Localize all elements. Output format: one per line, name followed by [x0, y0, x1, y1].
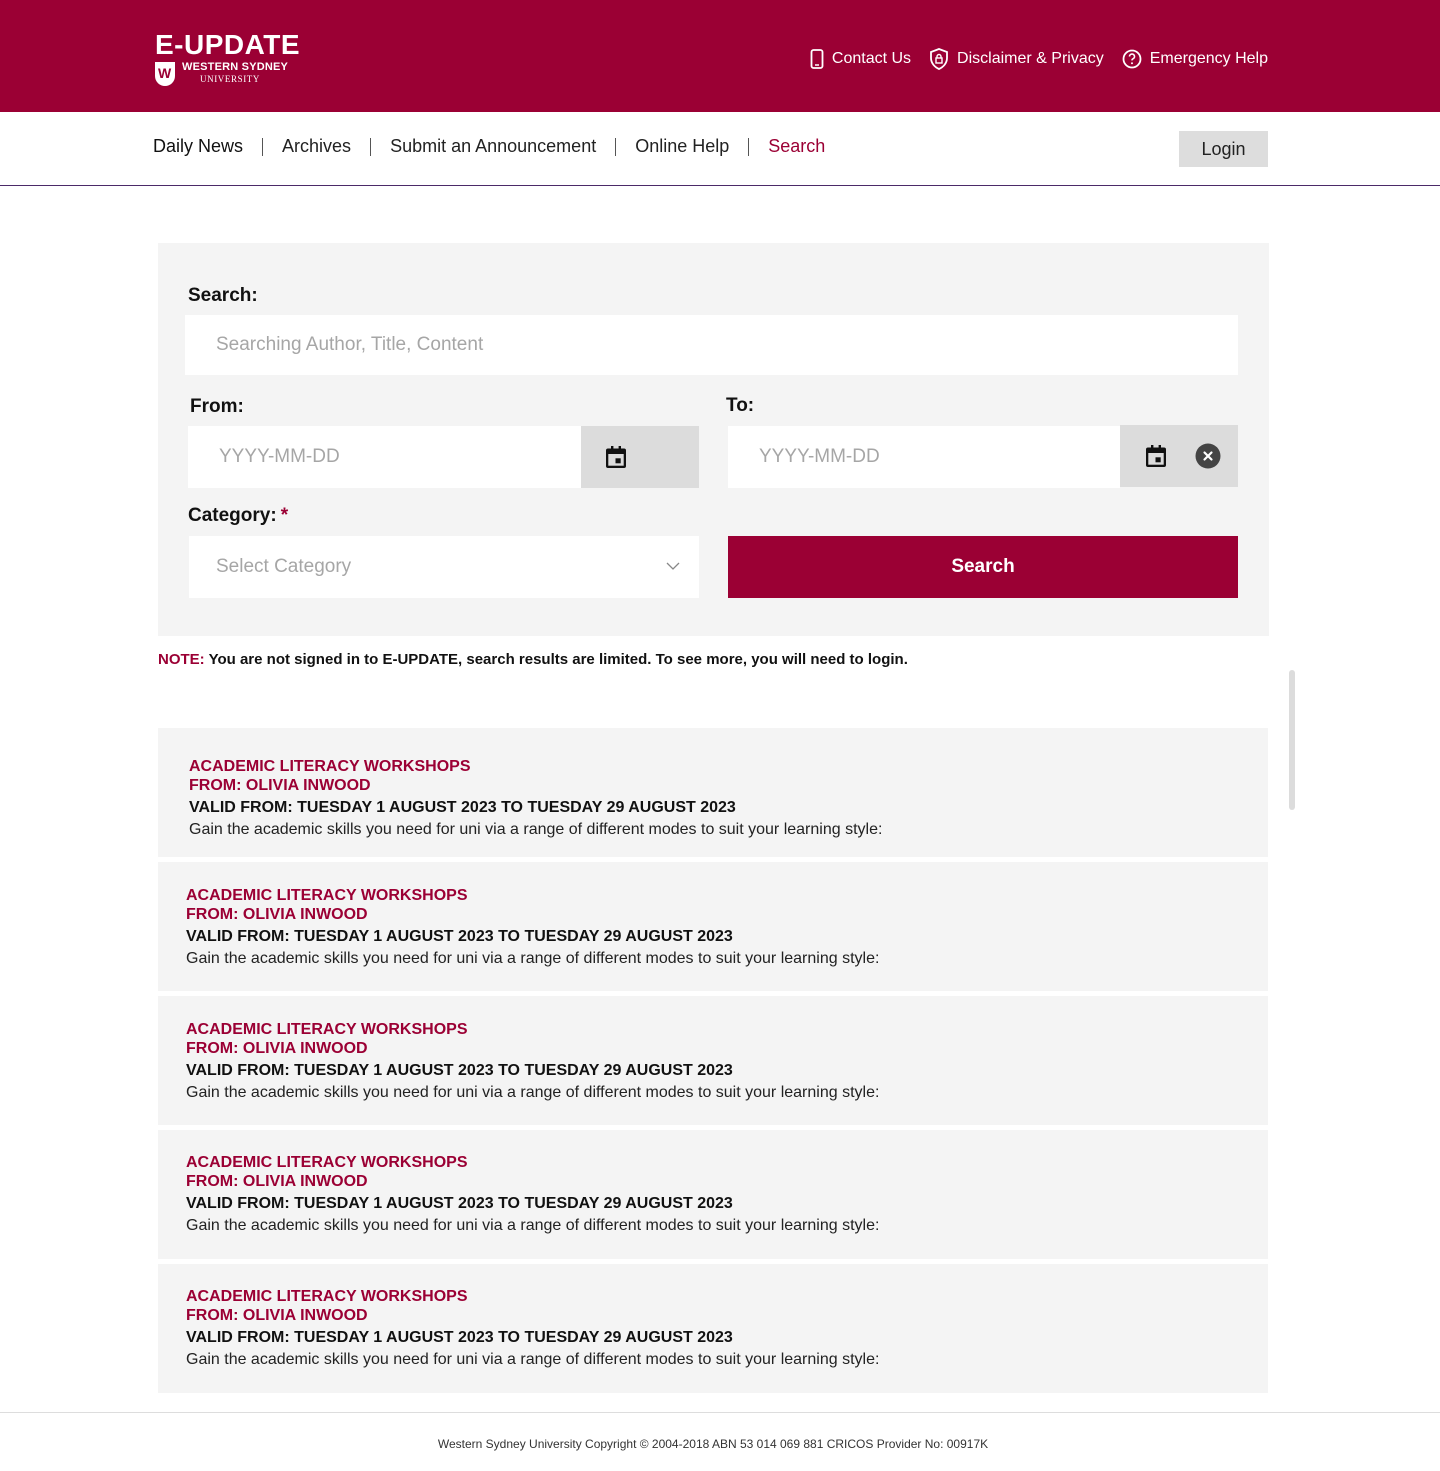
contact-us-label: Contact Us [831, 50, 912, 67]
result-title[interactable]: ACADEMIC LITERACY WORKSHOPS [186, 1153, 879, 1172]
from-date-input[interactable] [188, 426, 581, 488]
calendar-icon [606, 446, 626, 468]
result-author: FROM: OLIVIA INWOOD [189, 777, 371, 794]
nav-online-help[interactable]: Online Help [635, 136, 729, 157]
result-item[interactable]: ACADEMIC LITERACY WORKSHOPS FROM: OLIVIA… [158, 996, 1268, 1125]
result-title[interactable]: ACADEMIC LITERACY WORKSHOPS [186, 886, 879, 905]
top-header: E-UPDATE WESTERN SYDNEY UNIVERSITY Conta… [0, 0, 1440, 112]
result-item[interactable]: ACADEMIC LITERACY WORKSHOPS FROM: OLIVIA… [158, 862, 1268, 991]
emergency-help-label: Emergency Help [1149, 50, 1268, 67]
search-label: Search: [188, 285, 258, 306]
result-title[interactable]: ACADEMIC LITERACY WORKSHOPS [186, 1020, 879, 1039]
nav-separator [262, 137, 264, 156]
emergency-help-link[interactable]: Emergency Help [1122, 49, 1268, 69]
result-valid-dates: VALID FROM: TUESDAY 1 AUGUST 2023 TO TUE… [186, 928, 733, 945]
required-mark: * [280, 505, 289, 526]
main-nav: Daily News Archives Submit an Announceme… [0, 112, 1440, 186]
disclaimer-privacy-label: Disclaimer & Privacy [957, 50, 1104, 67]
result-item[interactable]: ACADEMIC LITERACY WORKSHOPS FROM: OLIVIA… [158, 1130, 1268, 1259]
result-author: FROM: OLIVIA INWOOD [186, 1307, 368, 1324]
result-description: Gain the academic skills you need for un… [186, 950, 880, 967]
from-label: From: [190, 396, 244, 417]
help-circle-icon [1122, 49, 1142, 69]
result-description: Gain the academic skills you need for un… [189, 821, 883, 838]
category-label-text: Category: [188, 505, 277, 526]
category-select[interactable]: Select Category [189, 536, 699, 598]
copyright-text: Western Sydney University Copyright © 20… [437, 1437, 989, 1451]
to-label: To: [726, 395, 755, 416]
from-calendar-button[interactable] [605, 445, 627, 469]
search-panel: Search: From: To: Category:* Select Cate… [158, 243, 1269, 636]
nav-archives[interactable]: Archives [282, 136, 351, 157]
search-submit-button[interactable]: Search [728, 536, 1238, 598]
shield-lock-icon [930, 48, 948, 70]
clear-date-button[interactable] [1195, 443, 1221, 469]
nav-daily-news[interactable]: Daily News [153, 136, 243, 157]
result-valid-dates: VALID FROM: TUESDAY 1 AUGUST 2023 TO TUE… [186, 1329, 733, 1346]
nav-separator [370, 137, 372, 156]
result-description: Gain the academic skills you need for un… [186, 1084, 880, 1101]
category-label: Category: * [188, 505, 288, 527]
nav-submit-announcement[interactable]: Submit an Announcement [390, 136, 596, 157]
result-valid-dates: VALID FROM: TUESDAY 1 AUGUST 2023 TO TUE… [186, 1062, 733, 1079]
result-item[interactable]: ACADEMIC LITERACY WORKSHOPS FROM: OLIVIA… [158, 728, 1268, 857]
close-circle-icon [1195, 443, 1221, 469]
result-description: Gain the academic skills you need for un… [186, 1351, 880, 1368]
calendar-icon [1146, 445, 1166, 467]
from-date-buttons [581, 426, 699, 488]
scrollbar[interactable] [1289, 670, 1295, 810]
login-note: NOTE: You are not signed in to E-UPDATE,… [158, 651, 908, 668]
result-author: FROM: OLIVIA INWOOD [186, 906, 368, 923]
e-update-logo[interactable]: E-UPDATE WESTERN SYDNEY UNIVERSITY [155, 29, 301, 86]
result-description: Gain the academic skills you need for un… [186, 1217, 880, 1234]
university-shield-icon [155, 62, 175, 86]
logo-title: E-UPDATE [155, 29, 301, 60]
category-select-value: Select Category [216, 556, 352, 577]
university-name-line1: WESTERN SYDNEY [182, 61, 289, 73]
header-links: Contact Us Disclaimer & Privacy Emergenc… [792, 48, 1268, 70]
university-name-line2: UNIVERSITY [200, 74, 260, 84]
university-logo: WESTERN SYDNEY UNIVERSITY [155, 62, 288, 86]
to-date-input[interactable] [728, 426, 1120, 488]
nav-separator [615, 137, 617, 156]
note-text: You are not signed in to E-UPDATE, searc… [208, 651, 908, 668]
chevron-down-icon [666, 562, 680, 570]
result-title[interactable]: ACADEMIC LITERACY WORKSHOPS [186, 1287, 879, 1306]
result-valid-dates: VALID FROM: TUESDAY 1 AUGUST 2023 TO TUE… [186, 1195, 733, 1212]
result-author: FROM: OLIVIA INWOOD [186, 1040, 368, 1057]
to-date-buttons [1120, 425, 1238, 487]
result-title[interactable]: ACADEMIC LITERACY WORKSHOPS [189, 757, 882, 776]
result-item[interactable]: ACADEMIC LITERACY WORKSHOPS FROM: OLIVIA… [158, 1264, 1268, 1393]
note-label: NOTE: [158, 651, 205, 668]
nav-separator [748, 137, 750, 156]
footer: Western Sydney University Copyright © 20… [0, 1412, 1440, 1471]
phone-icon [810, 49, 824, 69]
disclaimer-privacy-link[interactable]: Disclaimer & Privacy [929, 48, 1104, 70]
result-valid-dates: VALID FROM: TUESDAY 1 AUGUST 2023 TO TUE… [189, 799, 736, 816]
login-button[interactable]: Login [1179, 131, 1268, 167]
result-author: FROM: OLIVIA INWOOD [186, 1173, 368, 1190]
search-input[interactable] [185, 315, 1238, 375]
contact-us-link[interactable]: Contact Us [810, 49, 911, 69]
nav-search[interactable]: Search [768, 136, 825, 157]
to-calendar-button[interactable] [1145, 444, 1167, 468]
